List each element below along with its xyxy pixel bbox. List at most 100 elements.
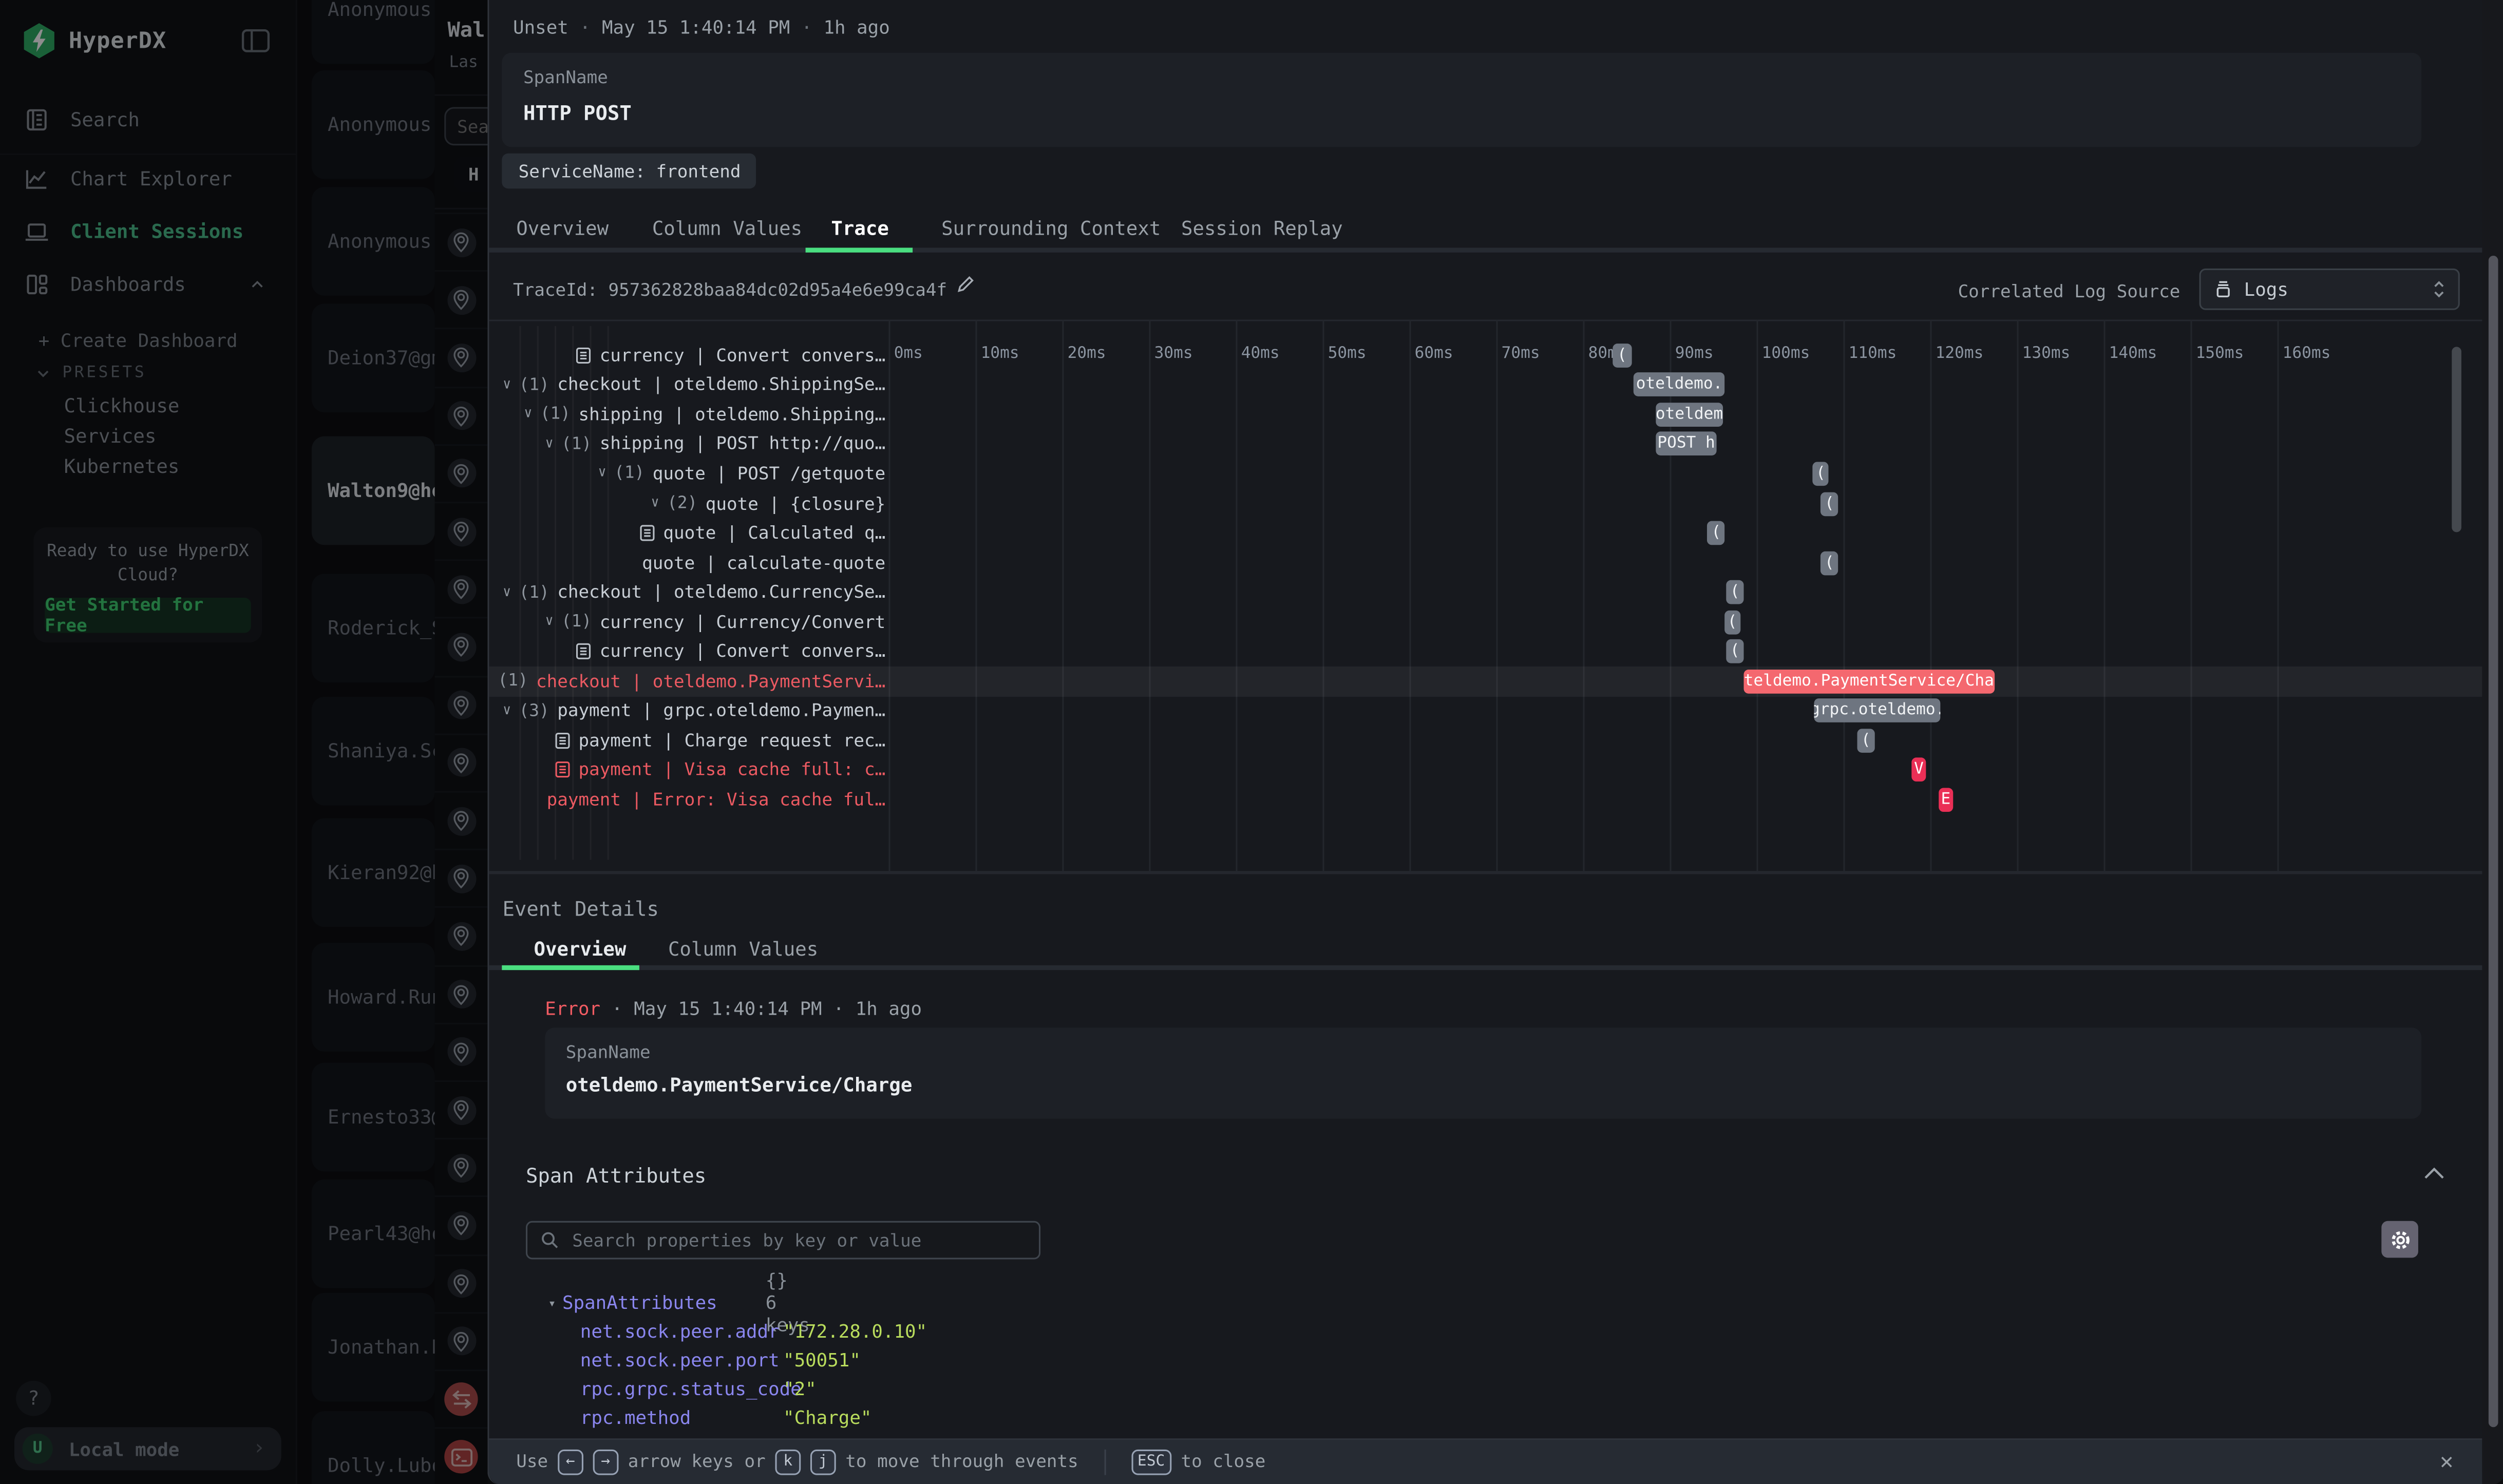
trace-id: TraceId: 957362828baa84dc02d95a4e6e99ca4…: [513, 280, 947, 300]
chevron-down-icon[interactable]: ∨: [503, 703, 511, 719]
divider: [489, 871, 2502, 873]
span-duration-bar[interactable]: (: [1821, 491, 1837, 516]
span-tree-row[interactable]: currency | Convert convers…: [502, 340, 885, 370]
attribute-row[interactable]: net.sock.peer.addr"172.28.0.10": [580, 1320, 780, 1343]
span-duration-bar[interactable]: (: [1724, 610, 1740, 634]
span-duration-bar[interactable]: grpc.oteldemo.: [1814, 699, 1941, 723]
database-icon: [2214, 280, 2233, 299]
attribute-search-input[interactable]: [569, 1228, 1026, 1252]
correlated-log-source-label: Correlated Log Source: [1958, 281, 2180, 302]
span-duration-bar[interactable]: oteldemo.: [1634, 373, 1724, 397]
span-tree-row[interactable]: payment | Error: Visa cache ful…: [502, 785, 885, 815]
chevron-down-icon[interactable]: ∨: [503, 584, 511, 600]
log-event-icon: [576, 643, 592, 660]
span-duration-bar[interactable]: V: [1911, 758, 1926, 783]
span-duration-bar[interactable]: (: [1727, 640, 1743, 664]
trace-waterfall: 0ms10ms20ms30ms40ms50ms60ms70ms80ms90ms1…: [489, 319, 2482, 871]
timeline-tick: 100ms: [1762, 345, 1810, 363]
span-tree-row[interactable]: ∨(1)currency | Currency/Convert: [502, 607, 885, 637]
log-event-icon: [639, 524, 655, 542]
span-tree-row[interactable]: payment | Visa cache full: c…: [502, 755, 885, 785]
span-duration-bar[interactable]: (: [1857, 729, 1874, 753]
span-duration-bar[interactable]: oteldem: [1656, 403, 1723, 427]
chevron-down-icon[interactable]: ∨: [651, 496, 659, 511]
close-icon[interactable]: ✕: [2440, 1450, 2453, 1475]
attribute-row[interactable]: net.sock.peer.port"50051": [580, 1349, 780, 1372]
span-tree-row[interactable]: quote | Calculated q…: [502, 518, 885, 548]
span-name-value: oteldemo.PaymentService/Charge: [566, 1074, 913, 1096]
tab-trace[interactable]: Trace: [831, 217, 888, 240]
span-tree-row[interactable]: ∨(2)quote | {closure}: [502, 489, 885, 519]
span-tree-row[interactable]: payment | Charge request rec…: [502, 726, 885, 755]
span-tree-row[interactable]: ∨(1)checkout | oteldemo.PaymentServi…: [502, 667, 885, 696]
tab-track: [489, 965, 2502, 970]
tab-column-values[interactable]: Column Values: [652, 217, 802, 240]
chevron-down-icon[interactable]: ∨: [503, 377, 511, 393]
log-event-icon: [555, 732, 571, 749]
timeline-tick: 70ms: [1502, 345, 1540, 363]
log-source-value: Logs: [2244, 278, 2421, 301]
attribute-root-row[interactable]: ▾ SpanAttributes {} 6 keys: [548, 1291, 717, 1314]
attribute-row[interactable]: rpc.method"Charge": [580, 1406, 691, 1429]
tab-overview[interactable]: Overview: [516, 217, 609, 240]
span-duration-bar[interactable]: (: [1727, 580, 1743, 604]
edit-icon[interactable]: [956, 275, 975, 294]
event-details-tab-overview[interactable]: Overview: [534, 938, 627, 961]
esc-key: ESC: [1131, 1449, 1171, 1475]
service-name-chip[interactable]: ServiceName: frontend: [502, 154, 756, 188]
timeline-grid: [889, 319, 2287, 871]
span-tree-row[interactable]: ∨(1)quote | POST /getquote: [502, 459, 885, 489]
app: HyperDX Search Chart Explorer Client Ses…: [0, 0, 2503, 1484]
timeline-tick: 0ms: [894, 345, 923, 363]
tab-surrounding-context[interactable]: Surrounding Context: [941, 217, 1161, 240]
divider: [1104, 1449, 1106, 1475]
span-name-card: SpanName HTTP POST: [502, 53, 2422, 147]
timeline-tick: 90ms: [1675, 345, 1714, 363]
span-duration-bar[interactable]: (: [1821, 551, 1837, 575]
span-duration-bar[interactable]: E: [1939, 788, 1954, 812]
span-duration-bar[interactable]: oteldemo.PaymentService/Char: [1744, 669, 1994, 693]
expander-icon[interactable]: ▾: [548, 1296, 556, 1310]
chevron-down-icon[interactable]: ∨: [545, 614, 554, 630]
span-tree-row[interactable]: ∨(1)shipping | oteldemo.Shipping…: [502, 399, 885, 429]
span-tree-row[interactable]: quote | calculate-quote: [502, 548, 885, 578]
relative-time: 1h ago: [823, 16, 889, 39]
drawer-scrollbar-track[interactable]: [2482, 0, 2503, 1484]
chevron-down-icon[interactable]: ∨: [545, 436, 554, 452]
span-tree-row[interactable]: ∨(3)payment | grpc.oteldemo.Paymen…: [502, 696, 885, 726]
arrow-left-key: ←: [558, 1449, 583, 1475]
timeline-tick: 30ms: [1154, 345, 1193, 363]
active-tab-indicator: [502, 965, 640, 970]
collapse-section-icon[interactable]: [2423, 1167, 2445, 1181]
chevron-down-icon[interactable]: ∨: [524, 407, 532, 423]
trace-drawer: Unset·May 15 1:40:14 PM·1h ago SpanName …: [487, 0, 2503, 1484]
span-name-label: SpanName: [566, 1042, 651, 1062]
modal-backdrop[interactable]: [0, 0, 487, 1484]
span-tree-row[interactable]: currency | Convert convers…: [502, 637, 885, 667]
attribute-row[interactable]: rpc.grpc.status_code"2": [580, 1378, 802, 1400]
log-source-select[interactable]: Logs: [2199, 269, 2460, 310]
timeline-tick: 20ms: [1068, 345, 1106, 363]
event-status-line: Unset·May 15 1:40:14 PM·1h ago: [513, 16, 890, 39]
span-duration-bar[interactable]: (: [1812, 462, 1829, 486]
event-details-tab-column-values[interactable]: Column Values: [668, 938, 818, 961]
relative-time: 1h ago: [856, 997, 922, 1020]
span-tree-row[interactable]: ∨(1)checkout | oteldemo.ShippingSe…: [502, 370, 885, 400]
event-status-line: Error·May 15 1:40:14 PM·1h ago: [545, 997, 922, 1020]
timestamp: May 15 1:40:14 PM: [634, 997, 822, 1020]
span-duration-bar[interactable]: POST h: [1656, 432, 1717, 456]
attribute-root-name: SpanAttributes: [562, 1291, 717, 1314]
settings-button[interactable]: [2381, 1221, 2418, 1258]
waterfall-scrollbar[interactable]: [2452, 347, 2460, 532]
drawer-scrollbar-thumb[interactable]: [2489, 256, 2498, 1427]
chevron-down-icon[interactable]: ∨: [489, 673, 490, 689]
timeline-tick: 130ms: [2022, 345, 2071, 363]
status-badge: Unset: [513, 16, 568, 39]
chevron-down-icon[interactable]: ∨: [598, 466, 606, 482]
span-tree-row[interactable]: ∨(1)checkout | oteldemo.CurrencySe…: [502, 578, 885, 607]
span-tree-row[interactable]: ∨(1)shipping | POST http://quo…: [502, 429, 885, 459]
tab-session-replay[interactable]: Session Replay: [1181, 217, 1343, 240]
span-duration-bar[interactable]: (: [1612, 343, 1632, 367]
j-key: j: [810, 1449, 836, 1475]
span-duration-bar[interactable]: (: [1708, 521, 1725, 545]
